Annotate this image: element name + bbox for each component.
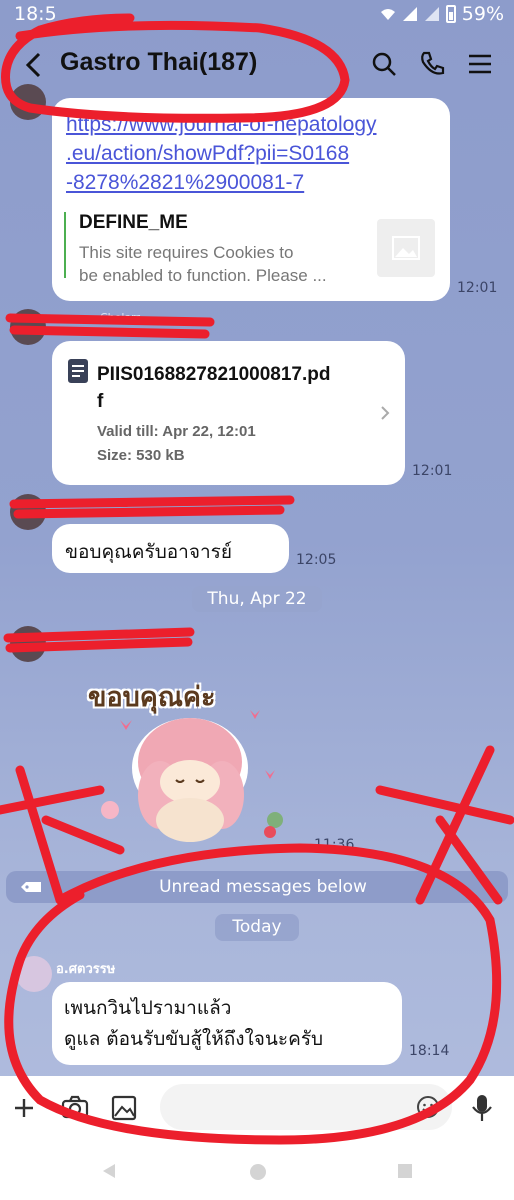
- preview-title: DEFINE_ME: [79, 212, 188, 233]
- avatar[interactable]: [16, 956, 52, 992]
- preview-accent-bar: [64, 212, 66, 278]
- status-icons: 59%: [380, 3, 504, 25]
- battery-percent: 59%: [461, 3, 504, 25]
- nav-recents-icon[interactable]: [396, 1162, 414, 1180]
- status-time: 18:5: [14, 3, 57, 25]
- status-bar: 18:5 59%: [0, 0, 514, 30]
- message-time: 12:05: [296, 552, 337, 568]
- avatar[interactable]: [10, 309, 46, 345]
- link-url-line[interactable]: https://www.journal-of-hepatology: [66, 110, 377, 139]
- input-bar: [0, 1076, 514, 1140]
- phone-icon[interactable]: [418, 50, 446, 78]
- menu-icon[interactable]: [466, 50, 494, 78]
- message-time: 12:01: [457, 280, 498, 296]
- microphone-icon[interactable]: [470, 1093, 494, 1123]
- unread-label: Unread messages below: [159, 877, 367, 897]
- back-arrow-icon[interactable]: [22, 50, 46, 80]
- avatar[interactable]: [10, 494, 46, 530]
- message-time: 18:14: [409, 1043, 450, 1059]
- image-icon[interactable]: [110, 1094, 138, 1122]
- link-url-line[interactable]: .eu/action/showPdf?pii=S0168: [66, 139, 377, 168]
- chat-screen: 18:5 59% Gastro Thai(187) https://www.jo…: [0, 0, 514, 1200]
- preview-thumbnail: [377, 219, 435, 277]
- chat-header: Gastro Thai(187): [0, 30, 514, 100]
- unread-banner: Unread messages below: [6, 871, 508, 903]
- text-bubble[interactable]: ขอบคุณครับอาจารย์: [52, 524, 289, 573]
- avatar[interactable]: [10, 626, 46, 662]
- nav-home-icon[interactable]: [248, 1162, 268, 1182]
- nav-back-icon[interactable]: [100, 1162, 118, 1180]
- sticker[interactable]: ขอบคุณค่ะ: [70, 665, 290, 845]
- sender-name: Cholarr: [100, 311, 141, 324]
- avatar[interactable]: [10, 84, 46, 120]
- file-name[interactable]: PIIS0168827821000817.pd f: [97, 361, 330, 415]
- text-bubble[interactable]: เพนกวินไปรามาแล้ว ดูแล ต้อนรับขับสู้ให้ถ…: [52, 982, 402, 1065]
- chat-title[interactable]: Gastro Thai(187): [60, 48, 257, 77]
- link-url-line[interactable]: -8278%2821%2900081-7: [66, 168, 377, 197]
- file-name-line[interactable]: PIIS0168827821000817.pd: [97, 361, 330, 388]
- document-icon: [68, 359, 88, 383]
- signal-icon: [402, 7, 417, 21]
- file-valid-until: Valid till: Apr 22, 12:01: [97, 423, 256, 440]
- message-line: ดูแล ต้อนรับขับสู้ให้ถึงใจนะครับ: [64, 1028, 324, 1050]
- sender-name: อ.ศตวรรษ: [56, 962, 116, 977]
- file-bubble[interactable]: PIIS0168827821000817.pd f Valid till: Ap…: [52, 341, 405, 485]
- sticker-character-icon: [101, 710, 283, 842]
- message-input[interactable]: [160, 1084, 452, 1130]
- date-separator: Thu, Apr 22: [192, 586, 322, 612]
- preview-desc-line: be enabled to function. Please ...: [79, 266, 327, 285]
- battery-icon: [445, 5, 456, 23]
- camera-icon[interactable]: [60, 1094, 90, 1120]
- link-preview-bubble[interactable]: https://www.journal-of-hepatology .eu/ac…: [52, 98, 450, 301]
- wifi-icon: [380, 9, 395, 20]
- image-placeholder-icon: [392, 236, 420, 260]
- signal-icon-2: [424, 7, 439, 21]
- plus-icon[interactable]: [12, 1096, 36, 1120]
- file-size: Size: 530 kB: [97, 447, 185, 464]
- preview-desc-line: This site requires Cookies to: [79, 243, 294, 262]
- file-name-line[interactable]: f: [97, 388, 330, 415]
- link-url[interactable]: https://www.journal-of-hepatology .eu/ac…: [66, 110, 377, 197]
- chevron-right-icon[interactable]: [379, 405, 391, 421]
- message-time: 12:01: [412, 463, 453, 479]
- system-nav-bar: [0, 1140, 514, 1200]
- date-separator: Today: [215, 914, 299, 941]
- search-icon[interactable]: [370, 50, 398, 78]
- emoji-icon[interactable]: [416, 1095, 440, 1119]
- preview-description: This site requires Cookies to be enabled…: [79, 241, 327, 287]
- message-line: เพนกวินไปรามาแล้ว: [64, 997, 232, 1019]
- message-time: 11:36: [314, 837, 355, 853]
